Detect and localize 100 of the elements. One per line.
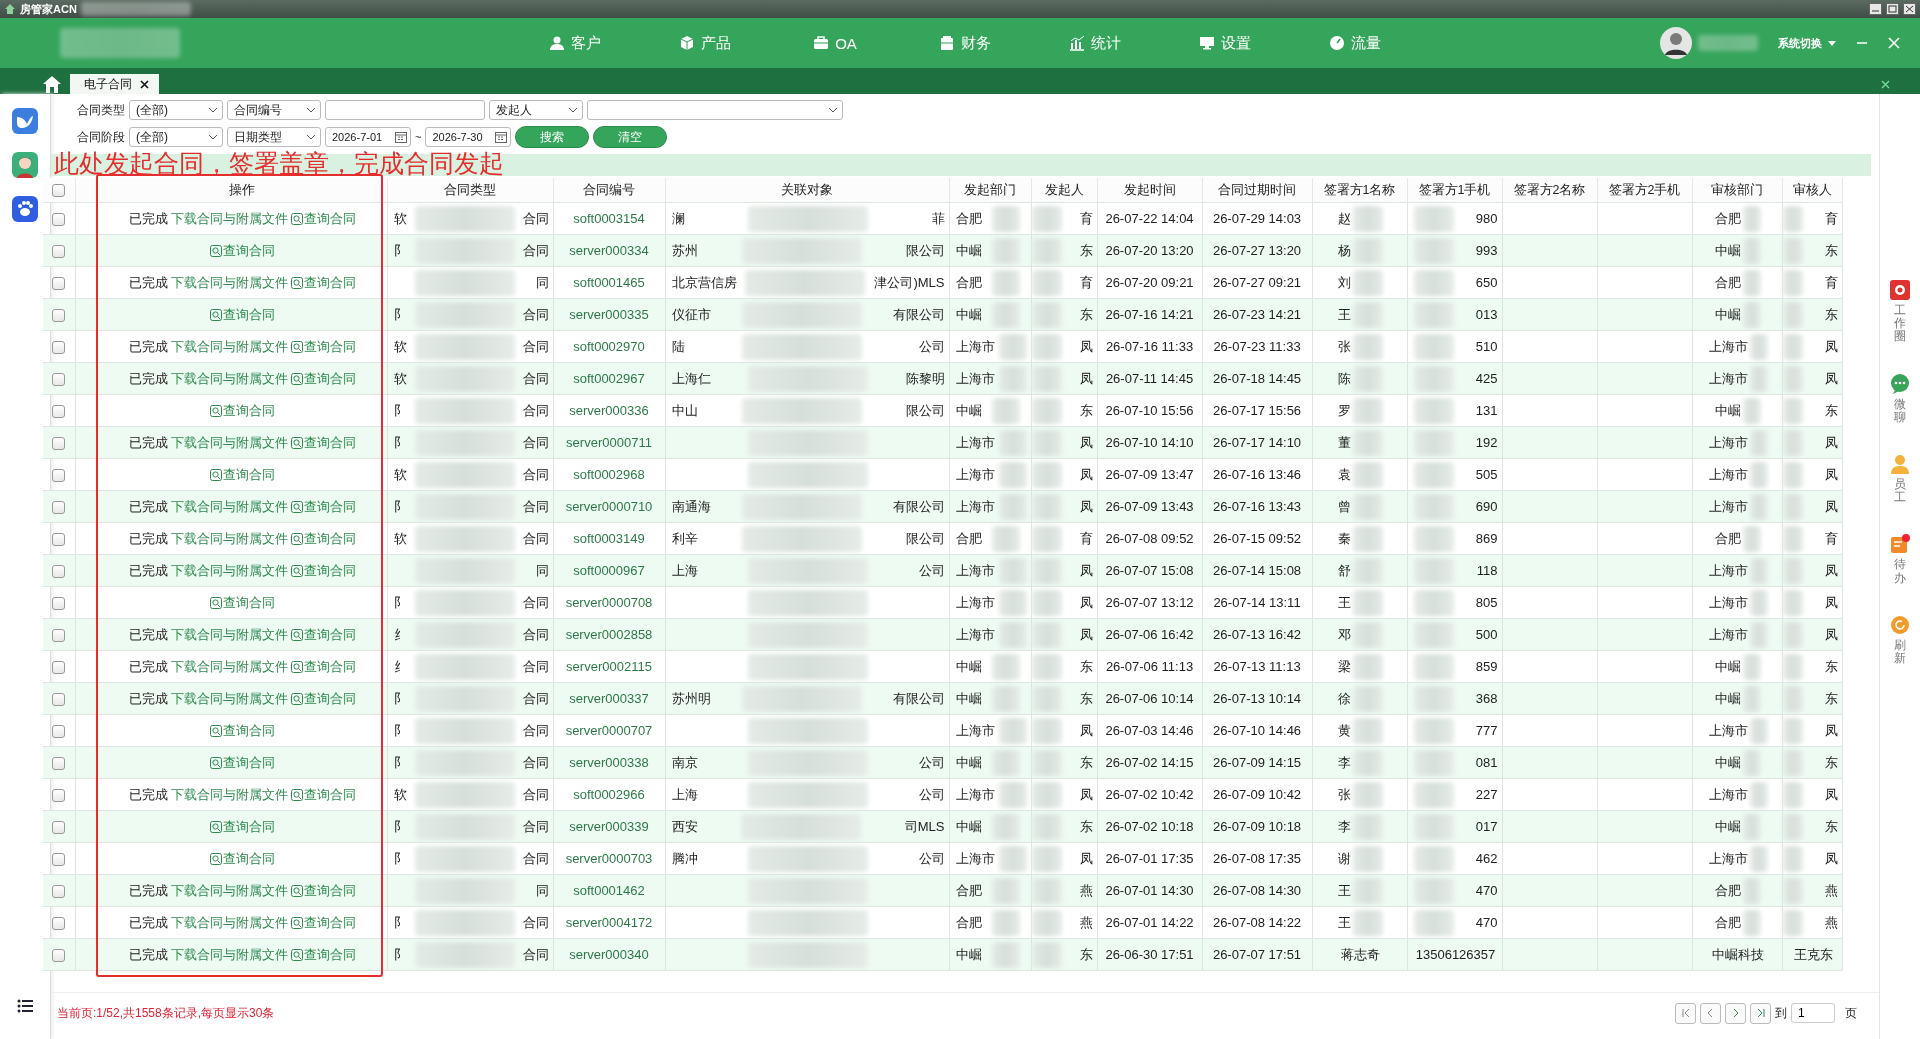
checkbox[interactable] (52, 885, 66, 899)
checkbox[interactable] (52, 789, 66, 803)
download-link[interactable]: 下载合同与附属文件 (170, 273, 288, 292)
query-contract-link[interactable]: 查询合同 (209, 305, 275, 324)
query-contract-link[interactable]: 查询合同 (290, 529, 356, 548)
checkbox[interactable] (52, 277, 66, 291)
filter-dropdown[interactable]: (全部) (129, 127, 223, 147)
checkbox[interactable] (52, 949, 66, 963)
download-link[interactable]: 下载合同与附属文件 (170, 945, 288, 964)
query-contract-link[interactable]: 查询合同 (290, 657, 356, 676)
refresh-icon[interactable] (1890, 614, 1910, 635)
download-link[interactable]: 下载合同与附属文件 (170, 785, 288, 804)
query-contract-link[interactable]: 查询合同 (290, 625, 356, 644)
checkbox[interactable] (52, 629, 66, 643)
rail-link[interactable]: 工作圈 (1894, 304, 1906, 344)
filter-button[interactable]: 搜索 (515, 126, 590, 148)
rail-link[interactable]: 微聊 (1894, 397, 1906, 424)
download-link[interactable]: 下载合同与附属文件 (170, 209, 288, 228)
download-link[interactable]: 下载合同与附属文件 (170, 433, 288, 452)
query-contract-link[interactable]: 查询合同 (290, 273, 356, 292)
query-contract-link[interactable]: 查询合同 (209, 849, 275, 868)
query-contract-link[interactable]: 查询合同 (290, 369, 356, 388)
download-link[interactable]: 下载合同与附属文件 (170, 881, 288, 900)
filter-button[interactable]: 清空 (593, 126, 668, 148)
query-contract-link[interactable]: 查询合同 (290, 785, 356, 804)
date-field[interactable]: 2026-7-30 (425, 127, 512, 147)
checkbox[interactable] (52, 725, 66, 739)
query-contract-link[interactable]: 查询合同 (290, 881, 356, 900)
first-page-icon[interactable] (1680, 1008, 1691, 1018)
tab[interactable]: 电子合同 (70, 74, 159, 94)
list-icon[interactable] (17, 999, 33, 1013)
nav-item[interactable]: 设置 (1160, 32, 1290, 54)
search-field[interactable] (325, 100, 485, 120)
avatar-app-icon[interactable] (12, 152, 38, 178)
query-contract-link[interactable]: 查询合同 (209, 241, 275, 260)
filter-dropdown[interactable]: 合同编号 (227, 100, 321, 120)
restore-icon[interactable] (1886, 3, 1899, 15)
query-contract-link[interactable]: 查询合同 (209, 817, 275, 836)
query-contract-link[interactable]: 查询合同 (290, 209, 356, 228)
checkbox[interactable] (52, 309, 66, 323)
nav-item[interactable]: OA (770, 32, 900, 54)
filter-dropdown[interactable] (587, 100, 843, 120)
query-contract-link[interactable]: 查询合同 (209, 465, 275, 484)
checkbox[interactable] (52, 597, 66, 611)
system-switch-button[interactable]: 系统切换 (1772, 34, 1842, 52)
rail-link[interactable]: 刷新 (1894, 638, 1906, 666)
download-link[interactable]: 下载合同与附属文件 (170, 657, 288, 676)
download-link[interactable]: 下载合同与附属文件 (170, 497, 288, 516)
checkbox[interactable] (52, 757, 66, 771)
checkbox[interactable] (52, 533, 66, 547)
rail-link[interactable]: 员工 (1894, 477, 1906, 505)
download-link[interactable]: 下载合同与附属文件 (170, 369, 288, 388)
query-contract-link[interactable]: 查询合同 (209, 753, 275, 772)
checkbox[interactable] (52, 821, 66, 835)
nav-item[interactable]: 产品 (640, 32, 770, 54)
checkbox[interactable] (52, 693, 66, 707)
download-link[interactable]: 下载合同与附属文件 (170, 689, 288, 708)
query-contract-link[interactable]: 查询合同 (290, 689, 356, 708)
checkbox[interactable] (52, 373, 66, 387)
query-contract-link[interactable]: 查询合同 (290, 337, 356, 356)
query-contract-link[interactable]: 查询合同 (290, 497, 356, 516)
nav-item[interactable]: 客户 (510, 32, 640, 54)
download-link[interactable]: 下载合同与附属文件 (170, 561, 288, 580)
download-link[interactable]: 下载合同与附属文件 (170, 337, 288, 356)
query-contract-link[interactable]: 查询合同 (209, 593, 275, 612)
minimize-icon[interactable] (1869, 3, 1882, 15)
checkbox[interactable] (52, 245, 66, 259)
close-icon[interactable] (140, 79, 149, 89)
filter-dropdown[interactable]: (全部) (129, 100, 223, 120)
checkbox[interactable] (52, 661, 66, 675)
last-page-icon[interactable] (1755, 1008, 1766, 1018)
page-field[interactable]: 1 (1791, 1003, 1835, 1023)
query-contract-link[interactable]: 查询合同 (290, 913, 356, 932)
query-contract-link[interactable]: 查询合同 (209, 401, 275, 420)
download-link[interactable]: 下载合同与附属文件 (170, 913, 288, 932)
chat-icon[interactable] (1890, 373, 1910, 394)
query-contract-link[interactable]: 查询合同 (290, 945, 356, 964)
person-icon[interactable] (1890, 453, 1910, 474)
filter-dropdown[interactable]: 日期类型 (227, 127, 321, 147)
download-link[interactable]: 下载合同与附属文件 (170, 625, 288, 644)
bird-app-icon[interactable] (12, 108, 38, 134)
query-contract-link[interactable]: 查询合同 (290, 561, 356, 580)
avatar-icon[interactable] (1660, 27, 1692, 59)
nav-item[interactable]: 统计 (1030, 32, 1160, 54)
checkbox[interactable] (52, 437, 66, 451)
checkbox[interactable] (52, 469, 66, 483)
checkbox[interactable] (52, 213, 66, 227)
camera-icon[interactable] (1890, 280, 1910, 300)
query-contract-link[interactable]: 查询合同 (290, 433, 356, 452)
filter-dropdown[interactable]: 发起人 (489, 100, 583, 120)
checkbox[interactable] (52, 853, 66, 867)
query-contract-link[interactable]: 查询合同 (209, 721, 275, 740)
checkbox[interactable] (52, 501, 66, 515)
checkbox[interactable] (52, 917, 66, 931)
nav-item[interactable]: 流量 (1290, 32, 1420, 54)
checkbox[interactable] (52, 341, 66, 355)
checkbox[interactable] (52, 184, 66, 198)
close-icon[interactable] (1903, 3, 1916, 15)
paw-app-icon[interactable] (12, 196, 38, 222)
download-link[interactable]: 下载合同与附属文件 (170, 529, 288, 548)
